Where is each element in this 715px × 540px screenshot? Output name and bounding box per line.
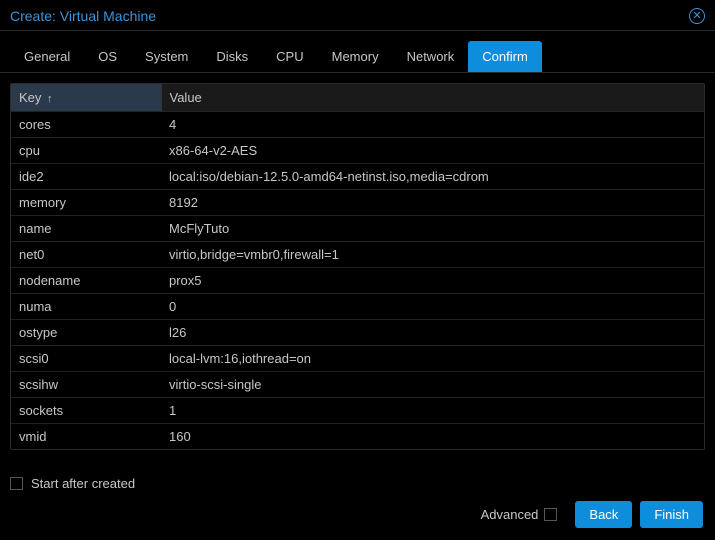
header-key-label: Key <box>19 90 41 105</box>
table-row[interactable]: numa0 <box>11 294 704 320</box>
table-row[interactable]: scsi0local-lvm:16,iothread=on <box>11 346 704 372</box>
header-key[interactable]: Key ↑ <box>11 84 161 112</box>
row-value: 4 <box>161 112 704 138</box>
row-value: local:iso/debian-12.5.0-amd64-netinst.is… <box>161 164 704 190</box>
row-key: ostype <box>11 320 161 346</box>
sort-asc-icon: ↑ <box>47 93 53 105</box>
row-value: local-lvm:16,iothread=on <box>161 346 704 372</box>
row-value: virtio,bridge=vmbr0,firewall=1 <box>161 242 704 268</box>
table-row[interactable]: net0virtio,bridge=vmbr0,firewall=1 <box>11 242 704 268</box>
row-key: scsi0 <box>11 346 161 372</box>
header-value-label: Value <box>170 90 202 105</box>
row-value: 160 <box>161 424 704 450</box>
table-row[interactable]: ostypel26 <box>11 320 704 346</box>
row-value: x86-64-v2-AES <box>161 138 704 164</box>
table-row[interactable]: cpux86-64-v2-AES <box>11 138 704 164</box>
table-row[interactable]: vmid160 <box>11 424 704 450</box>
start-after-created-label: Start after created <box>31 476 135 491</box>
options-area: Start after created <box>0 468 715 491</box>
table-row[interactable]: scsihwvirtio-scsi-single <box>11 372 704 398</box>
row-key: numa <box>11 294 161 320</box>
advanced-checkbox[interactable] <box>544 508 557 521</box>
row-key: cores <box>11 112 161 138</box>
tab-network[interactable]: Network <box>393 41 469 72</box>
table-row[interactable]: memory8192 <box>11 190 704 216</box>
row-key: net0 <box>11 242 161 268</box>
row-key: memory <box>11 190 161 216</box>
header-value[interactable]: Value <box>161 84 704 112</box>
start-after-created-checkbox[interactable] <box>10 477 23 490</box>
tab-cpu[interactable]: CPU <box>262 41 317 72</box>
table-row[interactable]: cores4 <box>11 112 704 138</box>
confirm-panel: Key ↑ Value cores4cpux86-64-v2-AESide2lo… <box>0 73 715 468</box>
row-value: virtio-scsi-single <box>161 372 704 398</box>
tab-confirm[interactable]: Confirm <box>468 41 542 72</box>
create-vm-dialog: Create: Virtual Machine ✕ GeneralOSSyste… <box>0 0 715 540</box>
dialog-title: Create: Virtual Machine <box>10 8 156 24</box>
row-value: 1 <box>161 398 704 424</box>
table-row[interactable]: nameMcFlyTuto <box>11 216 704 242</box>
tab-memory[interactable]: Memory <box>318 41 393 72</box>
close-icon[interactable]: ✕ <box>689 8 705 24</box>
row-key: scsihw <box>11 372 161 398</box>
row-value: McFlyTuto <box>161 216 704 242</box>
table-header-row: Key ↑ Value <box>11 84 704 112</box>
row-key: sockets <box>11 398 161 424</box>
row-key: vmid <box>11 424 161 450</box>
row-key: cpu <box>11 138 161 164</box>
summary-table: Key ↑ Value cores4cpux86-64-v2-AESide2lo… <box>11 84 704 449</box>
table-row[interactable]: ide2local:iso/debian-12.5.0-amd64-netins… <box>11 164 704 190</box>
row-value: l26 <box>161 320 704 346</box>
finish-button[interactable]: Finish <box>640 501 703 528</box>
row-value: 0 <box>161 294 704 320</box>
row-value: prox5 <box>161 268 704 294</box>
dialog-footer: Advanced Back Finish <box>0 491 715 540</box>
tab-general[interactable]: General <box>10 41 84 72</box>
row-key: ide2 <box>11 164 161 190</box>
advanced-toggle[interactable]: Advanced <box>481 507 558 522</box>
tab-disks[interactable]: Disks <box>202 41 262 72</box>
wizard-tabs: GeneralOSSystemDisksCPUMemoryNetworkConf… <box>0 31 715 73</box>
summary-tbody: cores4cpux86-64-v2-AESide2local:iso/debi… <box>11 112 704 450</box>
back-button[interactable]: Back <box>575 501 632 528</box>
summary-table-wrap: Key ↑ Value cores4cpux86-64-v2-AESide2lo… <box>10 83 705 450</box>
table-row[interactable]: nodenameprox5 <box>11 268 704 294</box>
row-key: nodename <box>11 268 161 294</box>
tab-os[interactable]: OS <box>84 41 131 72</box>
row-value: 8192 <box>161 190 704 216</box>
advanced-label: Advanced <box>481 507 539 522</box>
dialog-header: Create: Virtual Machine ✕ <box>0 0 715 31</box>
table-row[interactable]: sockets1 <box>11 398 704 424</box>
row-key: name <box>11 216 161 242</box>
tab-system[interactable]: System <box>131 41 202 72</box>
start-after-created-row[interactable]: Start after created <box>10 476 705 491</box>
